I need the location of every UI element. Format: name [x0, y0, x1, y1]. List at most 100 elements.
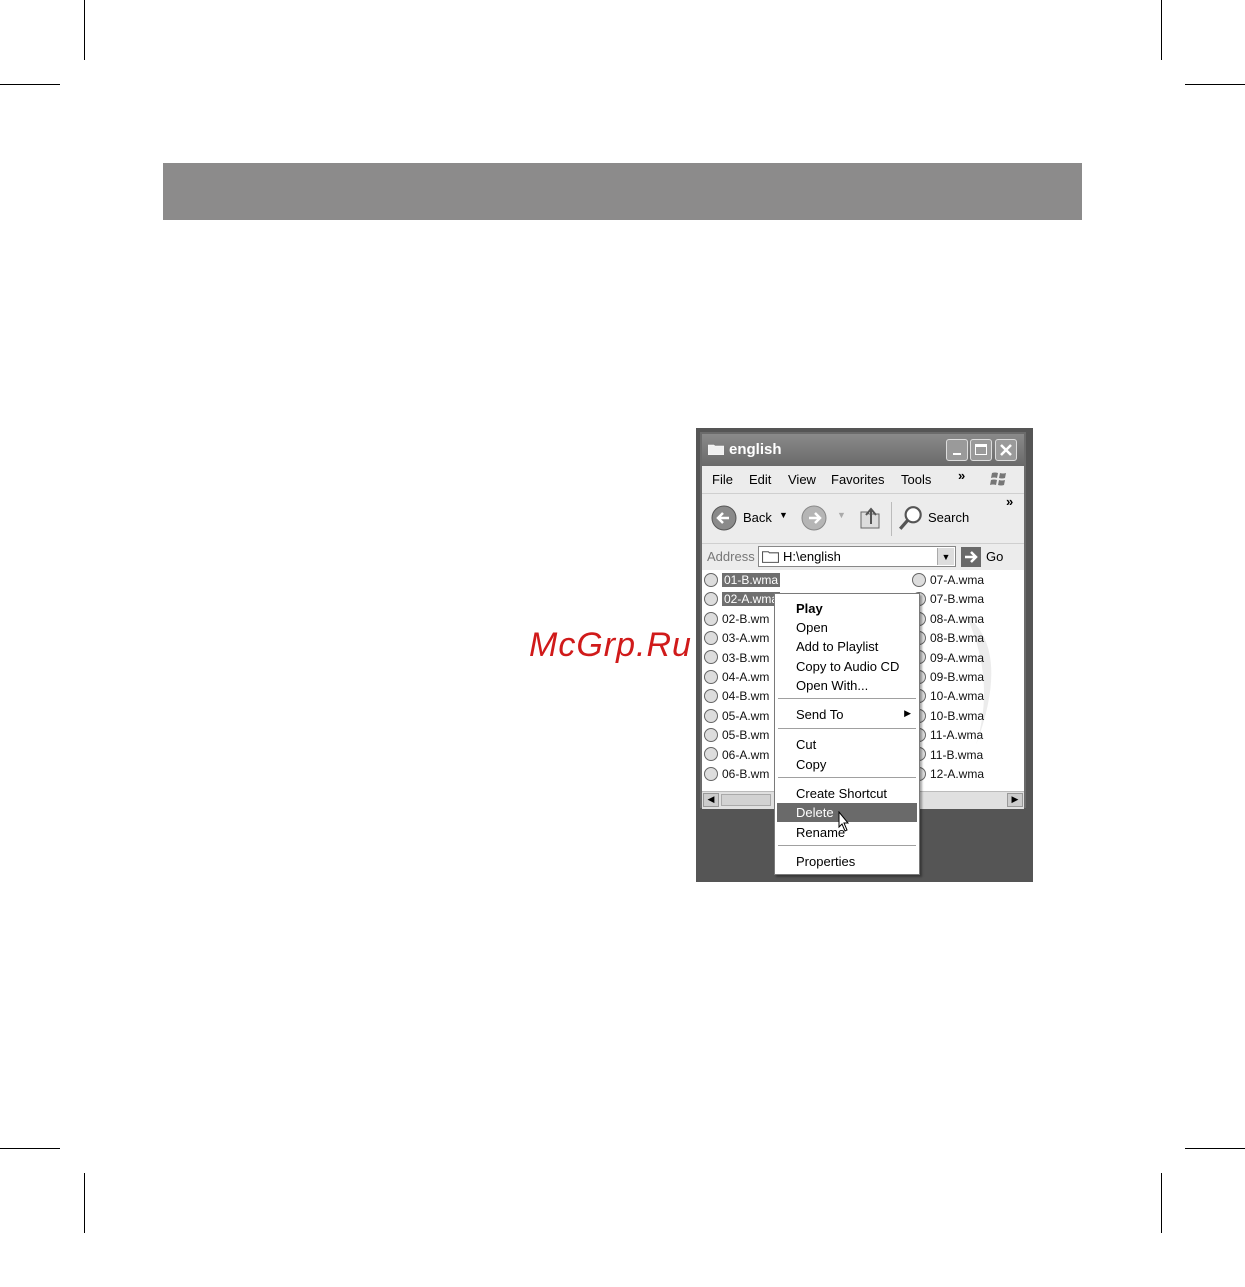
audio-file-icon [704, 611, 718, 626]
file-name: 11-A.wma [930, 728, 984, 743]
file-item[interactable]: 06-B.wm [704, 766, 769, 784]
menu-favorites[interactable]: Favorites [831, 472, 884, 487]
file-item[interactable]: 08-B.wma [912, 630, 984, 648]
menu-view[interactable]: View [788, 472, 816, 487]
search-icon[interactable] [897, 504, 925, 532]
address-input[interactable]: H:\english ▼ [758, 546, 956, 567]
menu-item-cut[interactable]: Cut [777, 735, 917, 754]
menu-bar: File Edit View Favorites Tools » [702, 466, 1024, 493]
menu-file[interactable]: File [712, 472, 733, 487]
file-item[interactable]: 04-A.wm [704, 669, 769, 687]
menu-item-add-to-playlist[interactable]: Add to Playlist [777, 637, 917, 656]
file-name: 05-A.wm [722, 708, 770, 723]
menu-item-create-shortcut[interactable]: Create Shortcut [777, 784, 917, 803]
chevron-down-icon: ▼ [941, 552, 951, 562]
file-item[interactable]: 09-A.wma [912, 650, 984, 668]
file-name: 07-A.wma [930, 572, 985, 587]
file-item[interactable]: 10-B.wma [912, 708, 984, 726]
audio-file-icon [704, 572, 718, 587]
folder-icon [708, 444, 724, 455]
menu-item-send-to[interactable]: Send To ▶ [777, 705, 917, 724]
file-item[interactable]: 09-B.wma [912, 669, 984, 687]
minimize-icon [953, 453, 961, 455]
menu-item-label: Add to Playlist [796, 639, 879, 654]
file-item[interactable]: 06-A.wm [704, 747, 769, 765]
menu-item-open[interactable]: Open [777, 618, 917, 637]
crop-mark [84, 1173, 85, 1233]
windows-logo-icon [990, 472, 1006, 486]
file-name: 08-A.wma [930, 611, 985, 626]
address-label: Address [707, 549, 755, 564]
file-name: 11-B.wma [930, 747, 984, 762]
crop-mark [84, 0, 85, 60]
menu-item-label: Cut [796, 737, 817, 752]
menu-item-copy-to-audio-cd[interactable]: Copy to Audio CD [777, 657, 917, 676]
scroll-thumb[interactable] [721, 794, 771, 806]
file-item[interactable]: 12-A.wma [912, 766, 984, 784]
audio-file-icon [704, 592, 718, 607]
menu-item-properties[interactable]: Properties [777, 852, 917, 871]
address-bar: Address H:\english ▼ Go [702, 543, 1024, 571]
file-item[interactable]: 04-B.wm [704, 688, 769, 706]
file-name: 10-A.wma [930, 689, 985, 704]
back-dropdown-icon[interactable]: ▼ [779, 510, 788, 520]
close-icon [1000, 444, 1012, 456]
menu-item-label: Open With... [796, 678, 869, 693]
submenu-arrow-icon: ▶ [904, 708, 911, 718]
go-button-label[interactable]: Go [986, 549, 1003, 564]
scroll-right-button[interactable]: ▶ [1007, 793, 1023, 807]
menu-separator [778, 728, 916, 729]
menu-separator [778, 777, 916, 778]
file-item[interactable]: 02-B.wm [704, 611, 769, 629]
file-item[interactable]: 11-B.wma [912, 747, 983, 765]
audio-file-icon [704, 650, 718, 665]
maximize-icon [975, 444, 987, 455]
file-item[interactable]: 03-B.wm [704, 650, 769, 668]
toolbar-separator [891, 502, 892, 536]
menu-more-chevron[interactable]: » [958, 468, 965, 483]
menu-item-play[interactable]: Play [777, 599, 917, 618]
audio-file-icon [704, 766, 718, 781]
file-item[interactable]: 02-A.wma [704, 591, 781, 609]
crop-mark [1161, 0, 1162, 60]
title-bar[interactable]: english [702, 434, 1024, 466]
forward-arrow-icon[interactable] [801, 505, 827, 531]
maximize-button[interactable] [970, 439, 992, 461]
file-item[interactable]: 08-A.wma [912, 611, 984, 629]
back-arrow-icon[interactable] [711, 505, 737, 531]
up-folder-icon[interactable] [857, 503, 883, 531]
menu-tools[interactable]: Tools [901, 472, 931, 487]
file-item[interactable]: 05-B.wm [704, 727, 769, 745]
forward-dropdown-icon[interactable]: ▼ [837, 510, 846, 520]
file-name: 07-B.wma [930, 592, 985, 607]
file-item[interactable]: 10-A.wma [912, 688, 984, 706]
file-item[interactable]: 07-B.wma [912, 591, 984, 609]
file-item[interactable]: 11-A.wma [912, 727, 983, 745]
close-button[interactable] [995, 439, 1017, 461]
toolbar-more-chevron[interactable]: » [1006, 494, 1013, 509]
file-item[interactable]: 07-A.wma [912, 572, 984, 590]
file-name: 04-A.wm [722, 669, 770, 684]
menu-item-label: Properties [796, 854, 856, 869]
menu-item-label: Copy to Audio CD [796, 659, 900, 674]
file-name: 04-B.wm [722, 689, 770, 704]
file-item[interactable]: 05-A.wm [704, 708, 769, 726]
address-dropdown-button[interactable]: ▼ [937, 548, 954, 565]
file-name: 06-A.wm [722, 747, 770, 762]
file-item[interactable]: 01-B.wma [704, 572, 781, 590]
menu-item-copy[interactable]: Copy [777, 755, 917, 774]
go-button[interactable] [961, 547, 981, 567]
file-name: 08-B.wma [930, 631, 985, 646]
audio-file-icon [704, 728, 718, 743]
menu-edit[interactable]: Edit [749, 472, 771, 487]
audio-file-icon [912, 572, 926, 587]
search-button-label[interactable]: Search [928, 510, 969, 525]
file-name: 02-A.wma [722, 592, 781, 607]
back-button-label[interactable]: Back [743, 510, 772, 525]
menu-item-open-with[interactable]: Open With... [777, 676, 917, 695]
menu-separator [778, 845, 916, 846]
file-item[interactable]: 03-A.wm [704, 630, 769, 648]
scroll-left-button[interactable]: ◀ [703, 793, 719, 807]
menu-item-label: Create Shortcut [796, 786, 888, 801]
minimize-button[interactable] [946, 439, 968, 461]
